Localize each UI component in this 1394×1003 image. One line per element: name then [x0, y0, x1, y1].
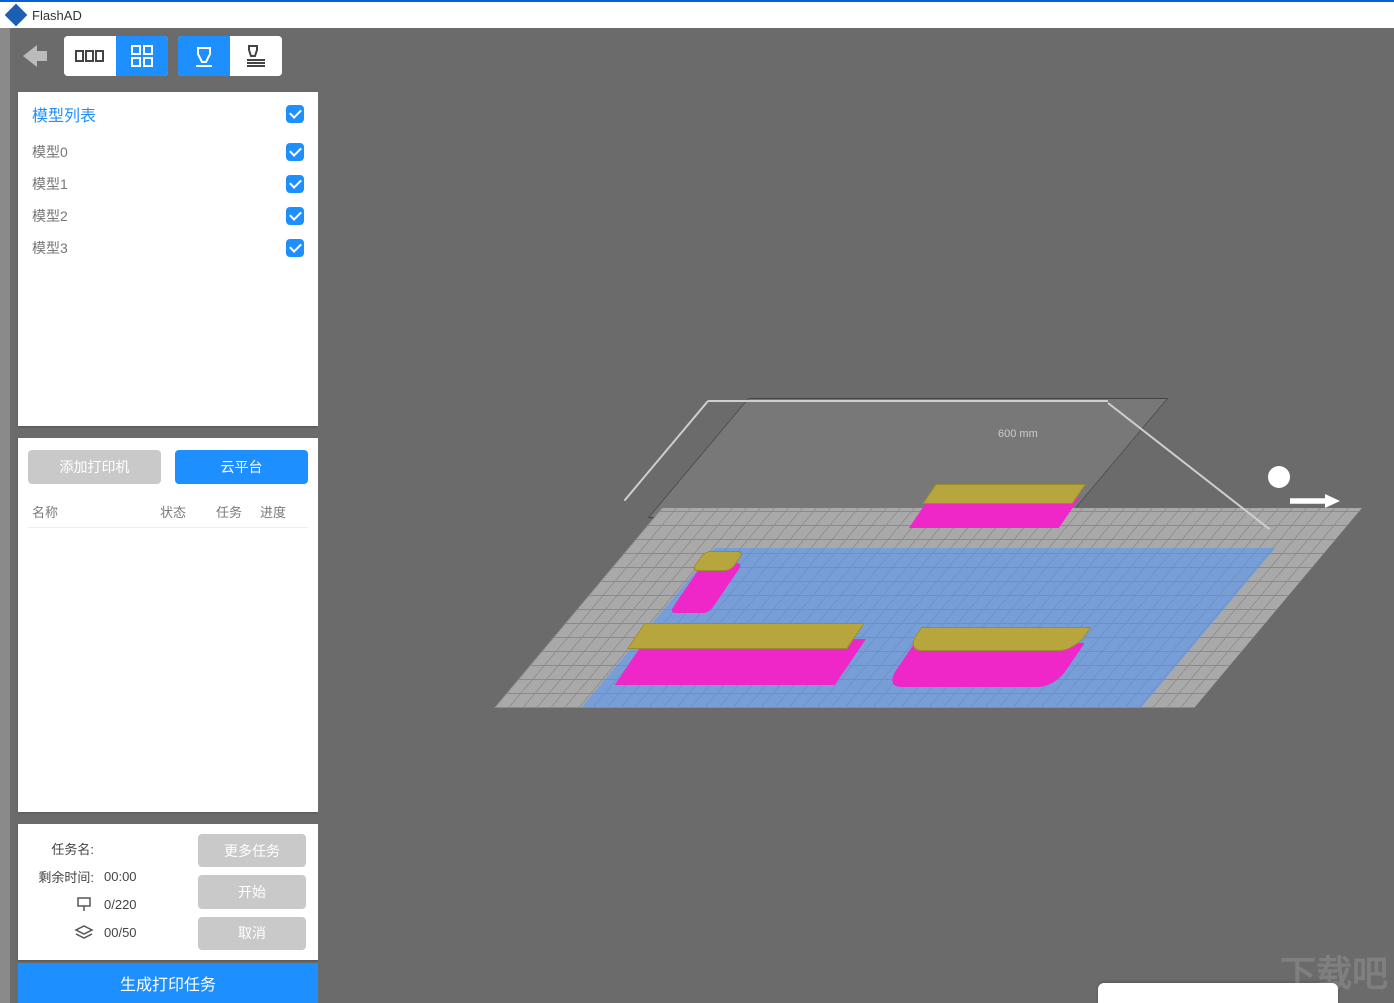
printer-table-header: 名称 状态 任务 进度 — [28, 496, 308, 528]
cancel-button[interactable]: 取消 — [198, 917, 306, 950]
model-row[interactable]: 模型0 — [18, 136, 318, 168]
watermark-text: 下载吧 — [1280, 945, 1388, 997]
printer-buttons: 添加打印机 云平台 — [28, 450, 308, 484]
nozzle-temp-value: 0/220 — [104, 897, 137, 912]
col-name: 名称 — [32, 502, 160, 521]
gizmo-x-arrow-icon[interactable] — [1290, 494, 1340, 508]
start-button[interactable]: 开始 — [198, 875, 306, 908]
generate-task-button[interactable]: 生成打印任务 — [18, 963, 318, 1003]
nozzle-mode-group — [178, 36, 282, 76]
left-edge-stripe — [0, 28, 10, 1003]
nozzle-down-button[interactable] — [178, 36, 230, 76]
app-logo-icon — [5, 4, 28, 27]
model-checkbox[interactable] — [286, 239, 304, 257]
model-label: 模型3 — [32, 238, 68, 258]
model-checkbox[interactable] — [286, 175, 304, 193]
printer-panel: 添加打印机 云平台 名称 状态 任务 进度 — [18, 438, 318, 812]
time-left-label: 剩余时间: — [30, 867, 94, 886]
build-volume: 600 mm — [578, 368, 1298, 748]
box-edge — [708, 400, 1108, 402]
cloud-platform-button[interactable]: 云平台 — [175, 450, 308, 484]
back-button[interactable] — [14, 36, 54, 76]
more-tasks-button[interactable]: 更多任务 — [198, 834, 306, 867]
time-left-value: 00:00 — [104, 869, 137, 884]
task-panel: 任务名: 剩余时间: 00:00 0/220 00 — [18, 824, 318, 960]
model-row[interactable]: 模型3 — [18, 232, 318, 264]
move-gizmo-icon[interactable] — [1268, 458, 1358, 518]
model-checkbox[interactable] — [286, 143, 304, 161]
layers-icon — [30, 924, 94, 940]
col-progress: 进度 — [260, 502, 304, 521]
layers-value: 00/50 — [104, 925, 137, 940]
model-row[interactable]: 模型1 — [18, 168, 318, 200]
model-preview — [887, 623, 1088, 723]
workspace: 模型列表 模型0 模型1 模型2 模型3 添加打印机 — [0, 28, 1394, 1003]
task-buttons: 更多任务 开始 取消 — [198, 834, 306, 950]
model-list-check-all[interactable] — [286, 105, 304, 123]
col-status: 状态 — [160, 502, 216, 521]
view-grid-button[interactable] — [116, 36, 168, 76]
model-label: 模型2 — [32, 206, 68, 226]
task-info: 任务名: 剩余时间: 00:00 0/220 00 — [30, 834, 186, 950]
add-printer-button[interactable]: 添加打印机 — [28, 450, 161, 484]
col-task: 任务 — [216, 502, 260, 521]
model-label: 模型0 — [32, 142, 68, 162]
model-preview — [912, 488, 1085, 548]
nozzle-layers-button[interactable] — [230, 36, 282, 76]
title-bar: FlashAD — [0, 0, 1394, 28]
gizmo-origin-icon — [1268, 466, 1290, 488]
model-preview — [617, 623, 878, 723]
model-list-header: 模型列表 — [18, 92, 318, 136]
build-top-face — [648, 398, 1169, 518]
model-label: 模型1 — [32, 174, 68, 194]
model-list-title: 模型列表 — [32, 102, 96, 126]
model-row[interactable]: 模型2 — [18, 200, 318, 232]
dim-x-label: 600 mm — [998, 428, 1038, 440]
nozzle-temp-icon — [30, 896, 94, 912]
task-name-label: 任务名: — [30, 839, 94, 858]
top-toolbar — [14, 36, 282, 76]
view-row-button[interactable] — [64, 36, 116, 76]
model-checkbox[interactable] — [286, 207, 304, 225]
viewport-3d[interactable]: 600 mm 下载吧 — [318, 28, 1394, 1003]
view-mode-group — [64, 36, 168, 76]
side-panels: 模型列表 模型0 模型1 模型2 模型3 添加打印机 — [18, 92, 318, 960]
model-list-panel: 模型列表 模型0 模型1 模型2 模型3 — [18, 92, 318, 426]
app-title: FlashAD — [32, 8, 82, 23]
